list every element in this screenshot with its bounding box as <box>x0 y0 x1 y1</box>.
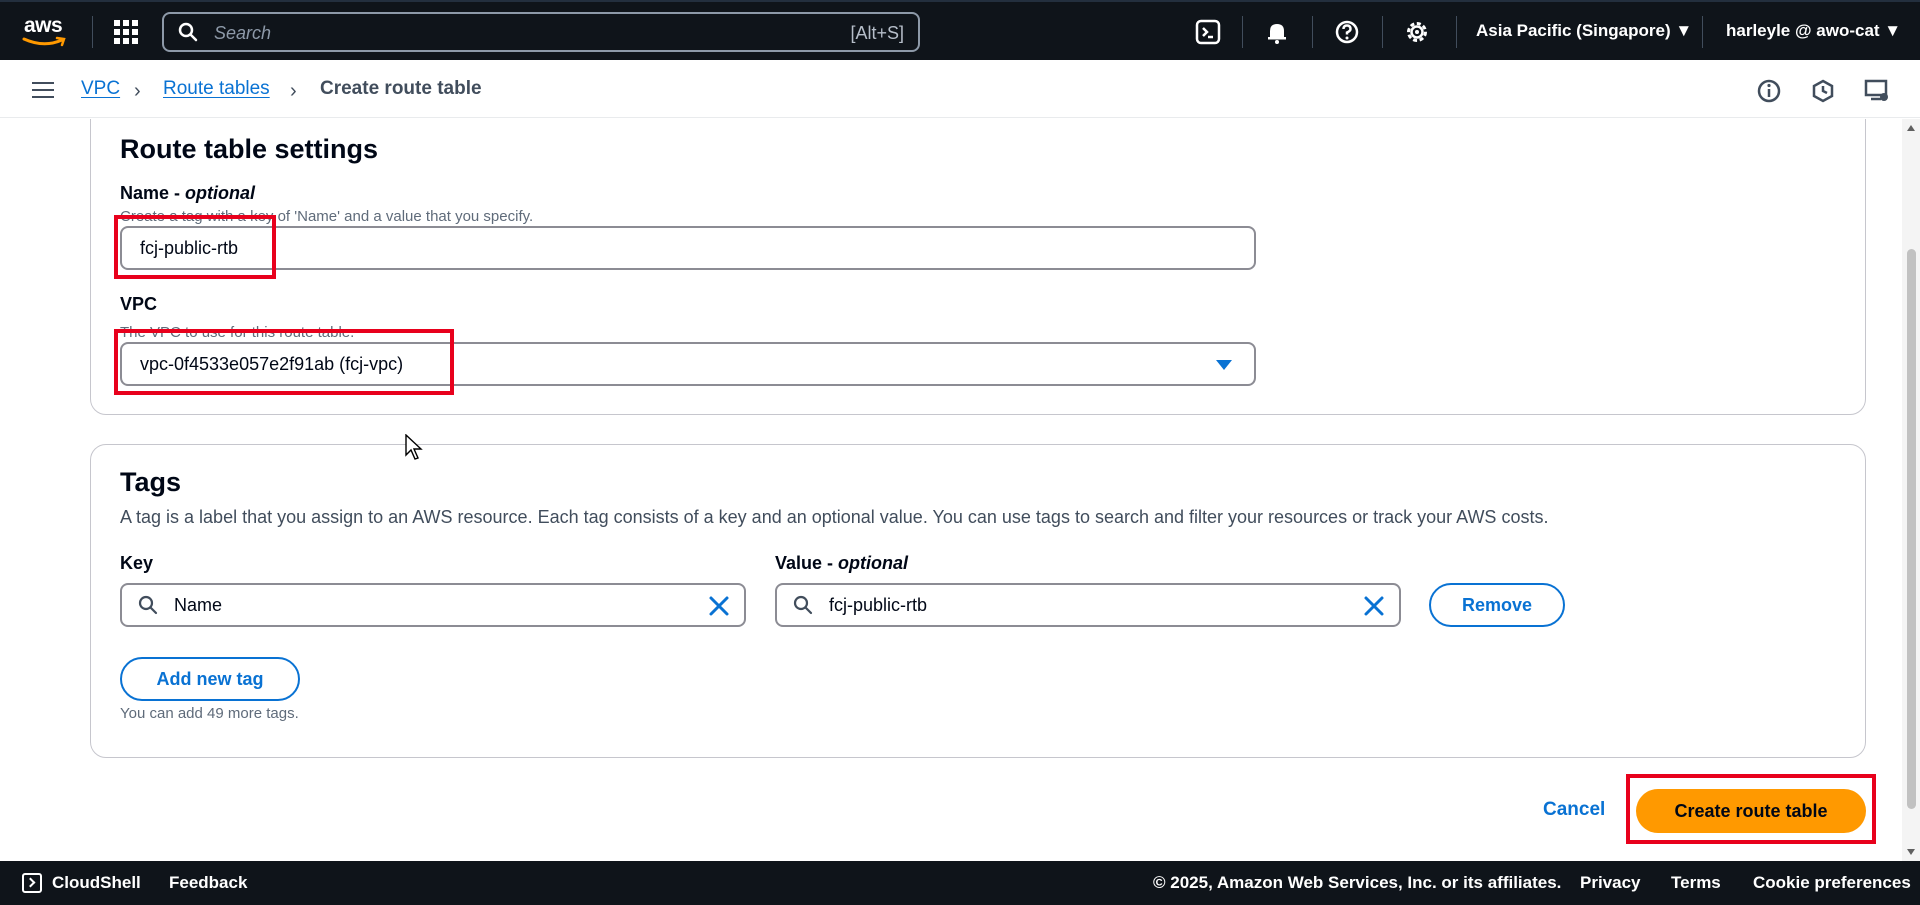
settings-heading: Route table settings <box>120 134 379 164</box>
nav-divider <box>1456 16 1457 48</box>
search-placeholder: Search <box>214 23 272 43</box>
main-content: Route table settings Name - optional Cre… <box>0 119 1920 861</box>
footer-privacy[interactable]: Privacy <box>1580 873 1641 893</box>
name-input[interactable]: fcj-public-rtb <box>120 226 1256 270</box>
nav-divider <box>1242 16 1243 48</box>
value-label: Value - optional <box>775 553 909 573</box>
settings-icon[interactable] <box>1404 19 1430 45</box>
search-icon <box>793 595 813 615</box>
search-icon <box>138 595 158 615</box>
mouse-cursor-icon <box>405 434 423 460</box>
search-bar[interactable]: Search [Alt+S] <box>162 12 920 52</box>
vpc-select-value: vpc-0f4533e057e2f91ab (fcj-vpc) <box>140 354 404 374</box>
tags-description: A tag is a label that you assign to an A… <box>120 507 1549 527</box>
menu-icon[interactable] <box>32 82 54 98</box>
footer-feedback[interactable]: Feedback <box>169 873 247 893</box>
name-description: Create a tag with a key of 'Name' and a … <box>120 208 534 225</box>
route-table-settings-panel: Route table settings Name - optional Cre… <box>90 119 1866 415</box>
scroll-down-icon[interactable] <box>1907 849 1915 855</box>
tags-remaining-hint: You can add 49 more tags. <box>120 705 299 722</box>
breadcrumb-bar: VPC › Route tables › Create route table <box>0 60 1920 118</box>
bell-icon[interactable] <box>1264 19 1290 45</box>
breadcrumb-vpc[interactable]: VPC <box>81 78 120 100</box>
remove-tag-button[interactable]: Remove <box>1429 583 1565 627</box>
breadcrumb-separator: › <box>134 80 141 102</box>
services-grid-icon[interactable] <box>114 20 138 44</box>
footer-terms[interactable]: Terms <box>1671 873 1721 893</box>
vpc-select[interactable]: vpc-0f4533e057e2f91ab (fcj-vpc) <box>120 342 1256 386</box>
cancel-button[interactable]: Cancel <box>1543 799 1605 821</box>
tag-value-input[interactable]: fcj-public-rtb <box>775 583 1401 627</box>
breadcrumb-current: Create route table <box>320 78 482 99</box>
tags-panel: Tags A tag is a label that you assign to… <box>90 444 1866 758</box>
footer-copyright: © 2025, Amazon Web Services, Inc. or its… <box>1153 873 1562 892</box>
aws-logo[interactable]: aws <box>22 14 70 48</box>
footer-cloudshell[interactable]: CloudShell <box>52 873 141 893</box>
account-menu[interactable]: harleyle @ awo-cat ▼ <box>1726 21 1901 41</box>
footer: CloudShell Feedback © 2025, Amazon Web S… <box>0 861 1920 905</box>
caret-down-icon <box>1216 360 1232 370</box>
clock-icon[interactable] <box>1810 78 1836 104</box>
region-selector[interactable]: Asia Pacific (Singapore) ▼ <box>1476 21 1692 41</box>
aws-logo-text: aws <box>24 14 63 37</box>
tag-key-input[interactable]: Name <box>120 583 746 627</box>
tags-heading: Tags <box>120 467 182 497</box>
cloudshell-icon[interactable] <box>22 873 42 893</box>
name-input-value: fcj-public-rtb <box>140 238 239 258</box>
scroll-up-icon[interactable] <box>1907 125 1915 131</box>
name-label: Name - optional <box>120 183 256 203</box>
search-icon <box>178 22 198 42</box>
info-icon[interactable] <box>1756 78 1782 104</box>
nav-divider <box>1382 16 1383 48</box>
cloudshell-icon[interactable] <box>1195 19 1221 45</box>
nav-divider <box>1702 16 1703 48</box>
nav-divider <box>92 16 93 48</box>
breadcrumb-route-tables[interactable]: Route tables <box>163 78 270 100</box>
tag-key-value: Name <box>174 595 223 615</box>
clear-icon[interactable] <box>708 595 730 617</box>
vpc-description: The VPC to use for this route table. <box>120 324 355 341</box>
footer-cookie-preferences[interactable]: Cookie preferences <box>1753 873 1911 893</box>
aws-smile-icon <box>22 36 66 47</box>
feedback-icon[interactable] <box>1864 78 1890 104</box>
key-label: Key <box>120 553 154 573</box>
help-icon[interactable] <box>1334 19 1360 45</box>
tag-value-value: fcj-public-rtb <box>829 595 928 615</box>
clear-icon[interactable] <box>1363 595 1385 617</box>
scrollbar-thumb[interactable] <box>1907 249 1916 809</box>
add-new-tag-button[interactable]: Add new tag <box>120 657 300 701</box>
page-scrollbar[interactable] <box>1902 119 1920 861</box>
vpc-label: VPC <box>120 294 158 314</box>
search-shortcut: [Alt+S] <box>850 23 904 43</box>
top-navigation: aws Search [Alt+S] Asia Pacific (Singapo… <box>0 0 1920 60</box>
breadcrumb-separator: › <box>290 80 297 102</box>
nav-divider <box>1312 16 1313 48</box>
create-route-table-button[interactable]: Create route table <box>1636 789 1866 833</box>
